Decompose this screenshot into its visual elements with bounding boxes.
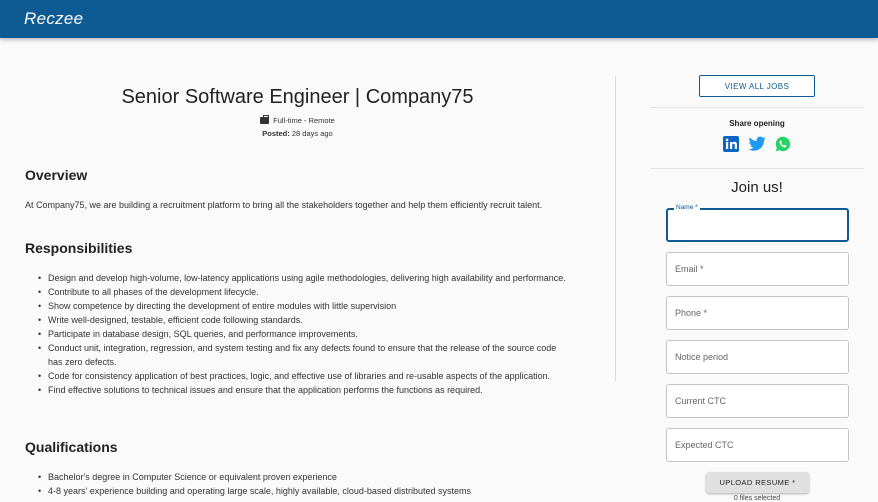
list-item: Bachelor's degree in Computer Science or… [38, 470, 573, 484]
job-title: Senior Software Engineer | Company75 [121, 86, 474, 108]
linkedin-icon[interactable] [722, 136, 740, 152]
reczee-logo[interactable]: Reczee [24, 9, 83, 29]
application-sidebar: VIEW ALL JOBS Share opening Join us! Nam… [650, 38, 864, 502]
posted-label: Posted: [262, 129, 290, 138]
notice-period-label: Notice period [675, 352, 729, 362]
qualifications-list: Bachelor's degree in Computer Science or… [38, 470, 573, 498]
divider [650, 168, 864, 169]
vertical-divider [615, 76, 616, 381]
job-description: Senior Software Engineer | Company75 Ful… [0, 38, 615, 500]
overview-heading: Overview [25, 167, 88, 183]
list-item: Show competence by directing the develop… [38, 299, 573, 313]
overview-text: At Company75, we are building a recruitm… [25, 200, 543, 210]
posted-value: 28 days ago [291, 129, 333, 138]
phone-field-label: Phone * [675, 308, 708, 318]
twitter-icon[interactable] [748, 136, 766, 152]
list-item: 4-8 years' experience building and opera… [38, 484, 573, 498]
briefcase-icon [260, 115, 270, 124]
notice-period-field[interactable]: Notice period [666, 340, 849, 374]
expected-ctc-label: Expected CTC [675, 440, 734, 450]
email-field-label: Email * [675, 264, 704, 274]
upload-resume-button[interactable]: UPLOAD RESUME * [706, 472, 809, 493]
qualifications-heading: Qualifications [25, 439, 118, 455]
phone-field[interactable]: Phone * [666, 296, 849, 330]
top-app-bar: Reczee [0, 0, 878, 38]
name-field[interactable]: Name * [666, 204, 849, 242]
name-field-label: Name * [674, 204, 700, 211]
list-item: Participate in database design, SQL quer… [38, 327, 573, 341]
responsibilities-list: Design and develop high-volume, low-late… [38, 271, 573, 397]
join-us-title: Join us! [731, 179, 783, 196]
current-ctc-label: Current CTC [675, 396, 727, 406]
list-item: Contribute to all phases of the developm… [38, 285, 573, 299]
share-opening-label: Share opening [729, 119, 785, 128]
share-icons [650, 136, 864, 152]
list-item: Find effective solutions to technical is… [38, 383, 573, 397]
responsibilities-heading: Responsibilities [25, 240, 133, 256]
view-all-jobs-button[interactable]: VIEW ALL JOBS [699, 75, 815, 97]
list-item: Design and develop high-volume, low-late… [38, 271, 573, 285]
list-item: Conduct unit, integration, regression, a… [38, 341, 573, 369]
expected-ctc-field[interactable]: Expected CTC [666, 428, 849, 462]
email-field[interactable]: Email * [666, 252, 849, 286]
divider [650, 107, 864, 108]
whatsapp-icon[interactable] [774, 136, 792, 152]
files-selected-text: 0 files selected [733, 495, 781, 502]
list-item: Write well-designed, testable, efficient… [38, 313, 573, 327]
list-item: Code for consistency application of best… [38, 369, 573, 383]
posted-date: Posted: 28 days ago [0, 129, 595, 138]
job-type-label: Full-time - Remote [273, 116, 335, 125]
current-ctc-field[interactable]: Current CTC [666, 384, 849, 418]
job-type: Full-time - Remote [0, 115, 595, 125]
